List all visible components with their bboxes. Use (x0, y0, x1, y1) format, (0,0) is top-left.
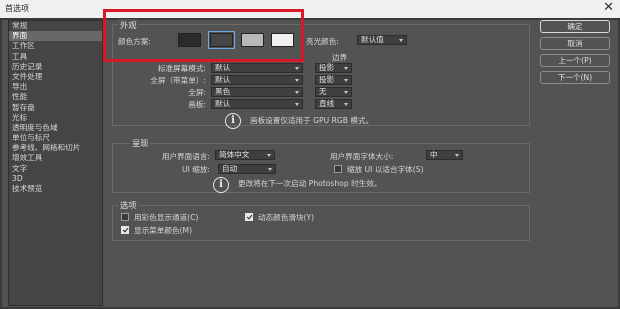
screen-mode-standard-label: 标准屏幕模式: (157, 64, 206, 73)
sidebar-item-file-handling[interactable]: 文件处理 (9, 72, 102, 82)
scale-ui-fonts-checkbox[interactable] (334, 165, 342, 173)
sidebar-item-3d[interactable]: 3D (9, 174, 102, 184)
sidebar-item-units-rulers[interactable]: 单位与标尺 (9, 133, 102, 143)
fullscreen-menu-color-select[interactable]: 默认 (211, 75, 303, 85)
screen-mode-standard-color-select[interactable]: 默认 (211, 63, 303, 73)
chevron-down-icon (344, 91, 348, 94)
sidebar-item-performance[interactable]: 性能 (9, 92, 102, 102)
chevron-down-icon (268, 168, 272, 171)
presentation-title: 呈现 (130, 137, 151, 149)
chevron-down-icon (295, 79, 299, 82)
border-header: 边界 (332, 53, 348, 62)
restart-note: 更改将在下一次启动 Photoshop 时生效。 (238, 179, 382, 188)
chevron-down-icon (344, 79, 348, 82)
ui-scale-select[interactable]: 自动 (218, 164, 276, 174)
sidebar-item-history[interactable]: 历史记录 (9, 62, 102, 72)
artboard-color-select[interactable]: 默认 (211, 99, 303, 109)
highlight-color-select[interactable]: 默认值 (357, 35, 407, 45)
sidebar-item-transparency[interactable]: 透明度与色域 (9, 123, 102, 133)
color-channels-checkbox[interactable] (121, 213, 129, 221)
chevron-down-icon (295, 103, 299, 106)
chevron-down-icon (399, 39, 403, 42)
menu-colors-label: 显示菜单颜色(M) (134, 226, 193, 235)
next-button[interactable]: 下一个(N) (540, 71, 610, 84)
ui-scale-label: UI 缩放: (182, 165, 210, 174)
sidebar-item-interface[interactable]: 界面 (9, 31, 102, 42)
sidebar-item-tools[interactable]: 工具 (9, 52, 102, 62)
menu-colors-checkbox[interactable] (121, 226, 129, 234)
dynamic-sliders-label: 动态颜色滑块(Y) (258, 213, 315, 222)
sidebar-item-plugins[interactable]: 增效工具 (9, 153, 102, 163)
ui-language-select[interactable]: 简体中文 (215, 150, 275, 160)
chevron-down-icon (295, 91, 299, 94)
fullscreen-menu-border-select[interactable]: 投影 (315, 75, 352, 85)
chevron-down-icon (455, 154, 459, 157)
chevron-down-icon (267, 154, 271, 157)
chevron-down-icon (344, 103, 348, 106)
ok-button[interactable]: 确定 (540, 20, 610, 33)
sidebar-item-tech-preview[interactable]: 技术预览 (9, 184, 102, 194)
title-bar: 首选项 ✕ (0, 0, 620, 18)
artboard-border-select[interactable]: 直线 (315, 99, 352, 109)
previous-button[interactable]: 上一个(P) (540, 54, 610, 67)
chevron-down-icon (344, 67, 348, 70)
sidebar-item-guides-grid[interactable]: 参考线、网格和切片 (9, 143, 102, 153)
fullscreen-menu-label: 全屏（带菜单）: (150, 76, 206, 85)
ui-language-label: 用户界面语言: (161, 152, 210, 161)
sidebar-item-type[interactable]: 文字 (9, 164, 102, 174)
info-icon: i (225, 113, 241, 129)
sidebar-item-workspace[interactable]: 工作区 (9, 41, 102, 51)
sidebar-item-cursors[interactable]: 光标 (9, 113, 102, 123)
highlight-color-label: 亮光颜色: (306, 37, 339, 46)
sidebar-item-export[interactable]: 导出 (9, 82, 102, 92)
fullscreen-border-select[interactable]: 无 (315, 87, 352, 97)
artboard-label: 画板: (188, 100, 206, 109)
chevron-down-icon (295, 67, 299, 70)
screen-mode-standard-border-select[interactable]: 投影 (315, 63, 352, 73)
close-icon[interactable]: ✕ (603, 0, 614, 15)
info-icon: i (213, 177, 229, 193)
ui-font-size-select[interactable]: 中 (426, 150, 463, 160)
dynamic-sliders-checkbox[interactable] (245, 213, 253, 221)
ui-font-size-label: 用户界面字体大小: (330, 152, 394, 161)
color-channels-label: 用彩色显示通道(C) (134, 213, 199, 222)
window-title: 首选项 (5, 4, 29, 13)
options-title: 选项 (118, 199, 139, 211)
sidebar-item-general[interactable]: 常规 (9, 21, 102, 31)
sidebar-item-scratch-disks[interactable]: 暂存盘 (9, 103, 102, 113)
artboard-note: 画板设置仅适用于 GPU RGB 模式。 (250, 116, 374, 125)
fullscreen-label: 全屏: (188, 88, 206, 97)
highlight-annotation-box (103, 9, 304, 62)
scale-ui-fonts-label: 缩放 UI 以适合字体(S) (347, 165, 424, 174)
fullscreen-color-select[interactable]: 黑色 (211, 87, 303, 97)
cancel-button[interactable]: 取消 (540, 37, 610, 50)
category-sidebar: 常规 界面 工作区 工具 历史记录 文件处理 导出 性能 暂存盘 光标 透明度与… (8, 20, 103, 306)
